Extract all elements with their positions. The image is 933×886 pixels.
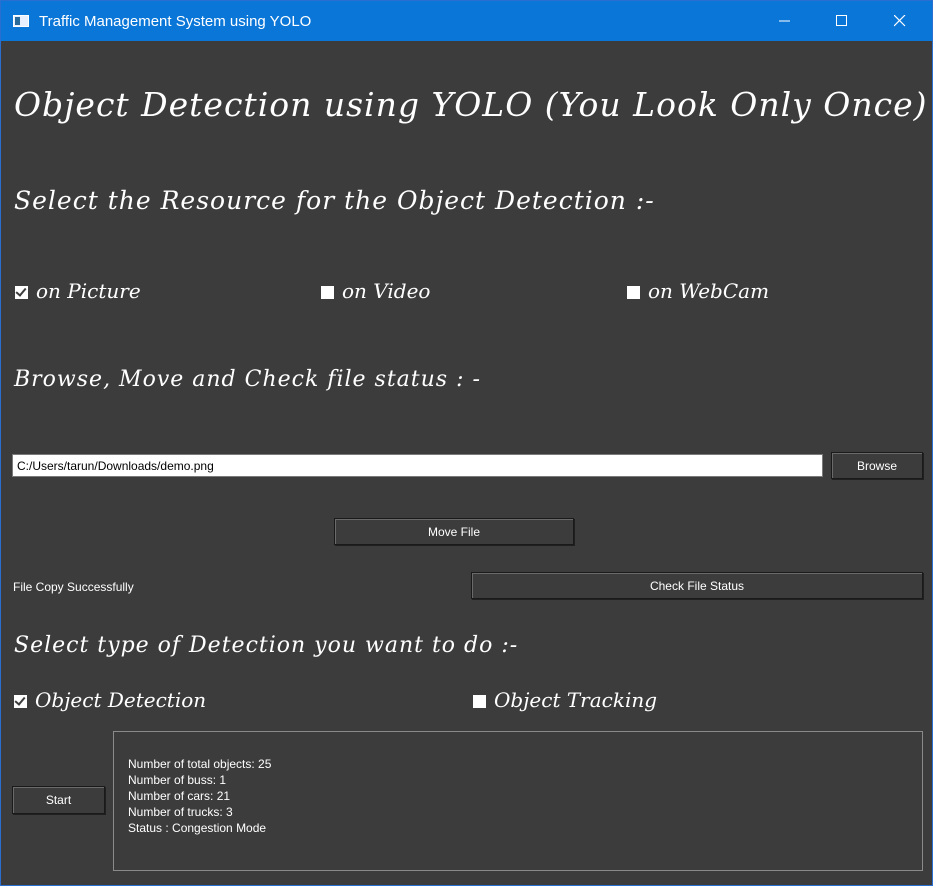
app-window: Traffic Management System using YOLO Obj… — [0, 0, 933, 886]
maximize-button[interactable] — [813, 1, 871, 41]
window-title: Traffic Management System using YOLO — [39, 13, 312, 30]
browse-button[interactable]: Browse — [831, 452, 923, 479]
results-panel: Number of total objects: 25 Number of bu… — [113, 731, 923, 871]
close-icon — [894, 15, 906, 27]
result-line: Number of trucks: 3 — [128, 805, 233, 819]
checkbox-icon[interactable] — [321, 286, 334, 299]
checkbox-checked-icon[interactable] — [15, 286, 28, 299]
picture-label: on Picture — [36, 279, 141, 303]
object-tracking-label: Object Tracking — [494, 688, 658, 712]
result-line: Number of total objects: 25 — [128, 757, 272, 771]
minimize-button[interactable] — [756, 1, 814, 41]
file-heading: Browse, Move and Check file status : - — [14, 367, 481, 392]
minimize-icon — [779, 20, 790, 22]
result-line: Number of cars: 21 — [128, 789, 231, 803]
video-label: on Video — [342, 279, 431, 303]
checkbox-icon[interactable] — [627, 286, 640, 299]
checkbox-icon[interactable] — [473, 695, 486, 708]
object-detection-label: Object Detection — [35, 688, 207, 712]
close-button[interactable] — [871, 1, 929, 41]
move-file-button[interactable]: Move File — [334, 518, 574, 545]
file-path-input[interactable] — [12, 454, 823, 477]
file-status-text: File Copy Successfully — [13, 580, 134, 594]
result-line: Number of buss: 1 — [128, 773, 227, 787]
detection-heading: Select type of Detection you want to do … — [14, 633, 519, 658]
check-file-status-button[interactable]: Check File Status — [471, 572, 923, 599]
result-line: Status : Congestion Mode — [128, 821, 267, 835]
title-bar[interactable]: Traffic Management System using YOLO — [1, 1, 932, 41]
app-icon — [13, 15, 29, 27]
webcam-label: on WebCam — [648, 279, 770, 303]
checkbox-checked-icon[interactable] — [14, 695, 27, 708]
page-title: Object Detection using YOLO (You Look On… — [14, 85, 928, 124]
maximize-icon — [836, 15, 847, 26]
resource-heading: Select the Resource for the Object Detec… — [14, 186, 655, 215]
start-button[interactable]: Start — [12, 786, 105, 814]
